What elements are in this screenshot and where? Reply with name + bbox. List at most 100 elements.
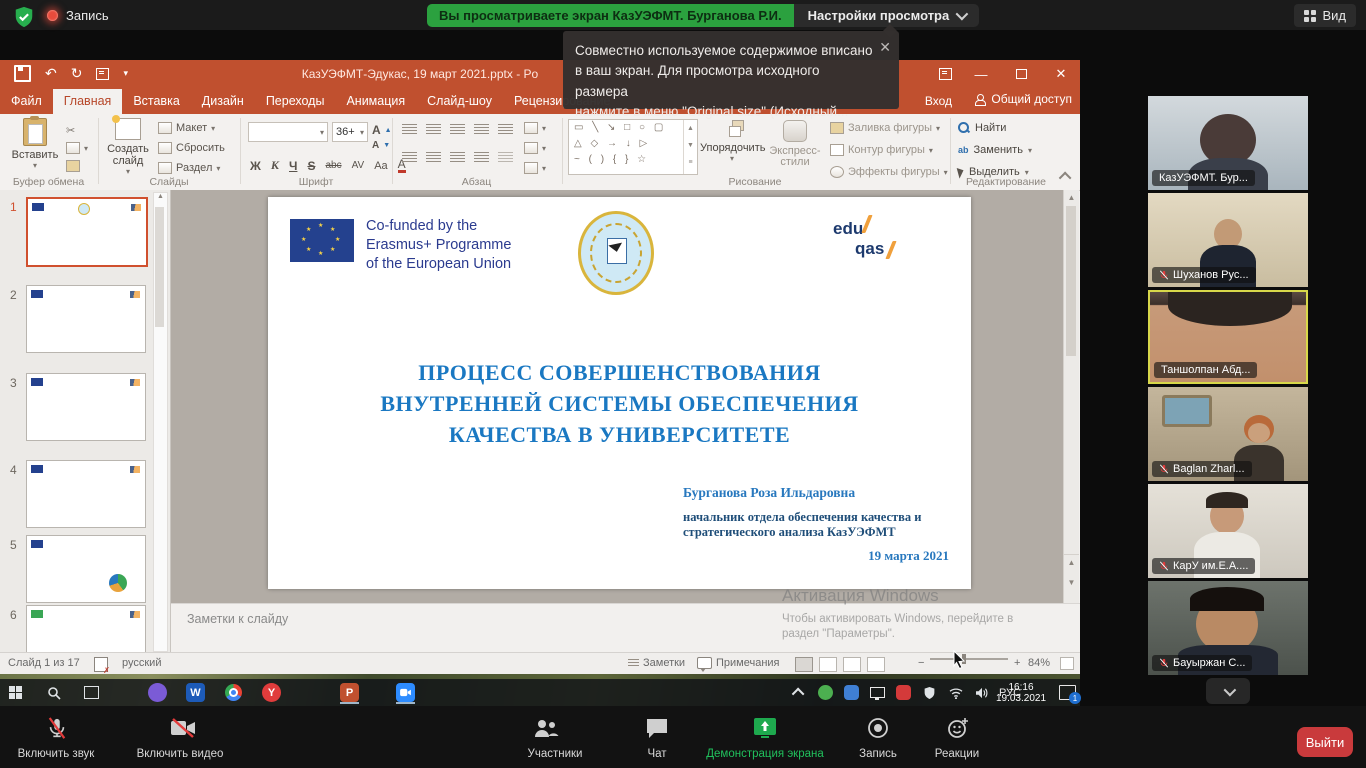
normal-view-button[interactable]	[795, 657, 813, 672]
start-video-button[interactable]: Включить видео	[128, 748, 232, 760]
view-options-dropdown[interactable]: Настройки просмотра	[794, 4, 980, 27]
slideshow-view-button[interactable]	[867, 657, 885, 672]
layout-button[interactable]: Макет▾	[158, 122, 215, 134]
taskbar-app-yandex[interactable]: Y	[262, 683, 281, 702]
find-button[interactable]: Найти	[958, 122, 1006, 134]
quick-styles-button[interactable]: Экспресс-стили	[766, 120, 824, 168]
reset-button[interactable]: Сбросить	[158, 142, 225, 154]
share-button[interactable]: Общий доступ	[975, 92, 1072, 106]
video-tile[interactable]: Бауыржан С...	[1148, 581, 1308, 675]
next-slide-button[interactable]: ▼	[1064, 578, 1079, 587]
participants-button[interactable]: Участники	[515, 748, 595, 760]
taskbar-app-powerpoint[interactable]: P	[340, 683, 359, 704]
new-slide-button[interactable]: Создать слайд ▾	[104, 118, 152, 176]
chat-icon[interactable]	[645, 716, 669, 740]
format-painter-button[interactable]	[66, 160, 80, 172]
slideshow-from-start-icon[interactable]	[96, 68, 109, 80]
cut-button[interactable]: ✂	[66, 124, 75, 137]
search-icon[interactable]	[44, 683, 63, 702]
increase-font-button[interactable]: А▲	[372, 123, 392, 137]
shape-outline-button[interactable]: Контур фигуры▾	[830, 144, 933, 156]
ribbon-display-options-button[interactable]	[930, 60, 960, 88]
char-spacing-button[interactable]: AV	[352, 160, 365, 171]
reactions-icon[interactable]	[946, 716, 970, 740]
action-center-icon[interactable]: 1	[1059, 685, 1076, 700]
previous-slide-button[interactable]: ▲	[1064, 554, 1079, 567]
video-tile[interactable]: КазУЭФМТ. Бур...	[1148, 96, 1308, 190]
align-left-button[interactable]	[402, 152, 417, 163]
redo-icon[interactable]: ↻	[71, 65, 83, 82]
close-button[interactable]: ✕	[1046, 60, 1076, 88]
restore-button[interactable]	[1006, 60, 1036, 88]
smartart-convert-button[interactable]: ▾	[524, 162, 546, 174]
undo-icon[interactable]: ↶	[45, 65, 57, 82]
justify-button[interactable]	[474, 152, 489, 163]
decrease-indent-button[interactable]	[450, 124, 465, 135]
shape-fill-button[interactable]: Заливка фигуры▾	[830, 122, 940, 134]
italic-button[interactable]: К	[271, 158, 279, 173]
leave-meeting-button[interactable]: Выйти	[1297, 727, 1353, 757]
close-icon[interactable]: ✕	[879, 37, 891, 58]
tab-home[interactable]: Главная	[53, 89, 123, 114]
tab-design[interactable]: Дизайн	[191, 89, 255, 114]
video-tile[interactable]: КарУ им.Е.А....	[1148, 484, 1308, 578]
taskbar-app-zoom[interactable]	[396, 683, 415, 704]
decrease-font-button[interactable]: А▼	[372, 140, 390, 151]
collapse-ribbon-button[interactable]	[1062, 172, 1071, 181]
align-center-button[interactable]	[426, 152, 441, 163]
notes-toggle[interactable]: Заметки	[628, 657, 685, 669]
video-tile[interactable]: Baglan Zharl...	[1148, 387, 1308, 481]
sign-in-link[interactable]: Вход	[925, 94, 952, 108]
collapse-videos-button[interactable]	[1206, 678, 1250, 704]
unmute-button[interactable]: Включить звук	[8, 748, 104, 760]
tray-volume-icon[interactable]	[972, 683, 991, 702]
tab-transitions[interactable]: Переходы	[255, 89, 336, 114]
numbering-button[interactable]	[426, 124, 441, 135]
taskbar-app-purple[interactable]	[148, 683, 167, 702]
tray-defender-icon[interactable]	[920, 683, 939, 702]
comments-toggle[interactable]: Примечания	[697, 657, 780, 669]
shadow-button[interactable]: abc	[325, 160, 341, 171]
font-name-combo[interactable]: ▾	[248, 122, 328, 142]
muted-mic-icon[interactable]	[46, 716, 68, 742]
slide-thumbnail-2[interactable]	[26, 285, 146, 353]
tray-network-icon[interactable]	[946, 683, 965, 702]
section-button[interactable]: Раздел▾	[158, 162, 220, 174]
replace-button[interactable]: abЗаменить▾	[958, 144, 1032, 156]
security-shield-icon[interactable]	[13, 6, 35, 28]
zoom-percentage[interactable]: 84%	[1028, 657, 1050, 669]
shapes-gallery[interactable]: ▭ ╲ ↘ □ ○ ▢ △ ◇ → ↓ ▷ ~ ( ) { } ☆ ▲▼≡	[568, 119, 698, 175]
align-text-button[interactable]: ▾	[524, 142, 546, 154]
slide-1[interactable]: ★★ ★★ ★★ ★★ Co-funded by the Erasmus+ Pr…	[268, 197, 971, 589]
line-spacing-button[interactable]	[498, 124, 513, 135]
tab-insert[interactable]: Вставка	[122, 89, 190, 114]
record-icon[interactable]	[866, 716, 890, 740]
paste-button[interactable]: Вставить ▾	[8, 118, 62, 170]
save-icon[interactable]	[14, 65, 31, 82]
slide-scrollbar[interactable]: ▲ ▲ ▼	[1063, 190, 1079, 603]
slide-sorter-view-button[interactable]	[819, 657, 837, 672]
text-direction-button[interactable]: ▾	[524, 122, 546, 134]
spellcheck-icon[interactable]	[94, 657, 108, 672]
taskbar-app-chrome[interactable]	[224, 683, 243, 702]
arrange-button[interactable]: Упорядочить ▾	[700, 120, 764, 163]
tray-expand-icon[interactable]	[790, 683, 809, 702]
participants-icon[interactable]	[533, 716, 559, 740]
start-button[interactable]	[6, 683, 25, 702]
chat-button[interactable]: Чат	[627, 748, 687, 760]
tray-display-icon[interactable]	[868, 683, 887, 702]
customize-qat-icon[interactable]: ▾	[123, 68, 128, 79]
underline-button[interactable]: Ч	[289, 159, 297, 173]
zoom-in-button[interactable]: +	[1014, 657, 1020, 669]
share-screen-button[interactable]: Демонстрация экрана	[705, 748, 825, 760]
columns-button[interactable]	[498, 152, 513, 163]
font-size-combo[interactable]: 36+▾	[332, 122, 368, 142]
tab-slideshow[interactable]: Слайд-шоу	[416, 89, 503, 114]
slide-thumbnail-6[interactable]	[26, 605, 146, 652]
tab-animations[interactable]: Анимация	[335, 89, 416, 114]
reading-view-button[interactable]	[843, 657, 861, 672]
slide-thumbnail-5[interactable]	[26, 535, 146, 603]
copy-button[interactable]: ▾	[66, 142, 88, 154]
muted-camera-icon[interactable]	[170, 716, 196, 740]
bullets-button[interactable]	[402, 124, 417, 135]
